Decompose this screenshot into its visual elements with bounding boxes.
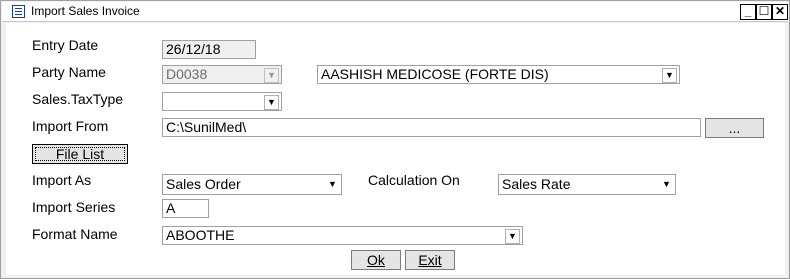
minimize-button[interactable]: _	[740, 4, 756, 20]
party-name-label: Party Name	[32, 64, 106, 80]
ok-button-label: Ok	[367, 252, 385, 268]
entry-date-label: Entry Date	[32, 37, 99, 53]
party-name-dropdown[interactable]: AASHISH MEDICOSE (FORTE DIS) ▼	[317, 65, 680, 84]
import-as-dropdown[interactable]: Sales Order ▼	[162, 174, 342, 195]
browse-button[interactable]: ...	[705, 118, 764, 138]
chevron-down-icon[interactable]: ▼	[326, 178, 339, 191]
import-from-label: Import From	[32, 118, 109, 134]
format-name-dropdown[interactable]: ABOOTHE ▼	[162, 226, 523, 245]
import-series-label: Import Series	[32, 199, 116, 215]
entry-date-field[interactable]: 26/12/18	[162, 40, 256, 59]
calculation-on-label: Calculation On	[368, 172, 460, 188]
exit-button-label: Exit	[418, 252, 442, 268]
format-name-value: ABOOTHE	[166, 227, 235, 243]
sales-tax-type-dropdown[interactable]: ▼	[162, 92, 282, 111]
close-button[interactable]: ✕	[772, 4, 788, 20]
window-title: Import Sales Invoice	[31, 4, 140, 18]
import-series-input[interactable]: A	[162, 199, 209, 218]
party-code-value: D0038	[166, 66, 208, 82]
window-menu-icon[interactable]	[12, 5, 25, 18]
chevron-down-icon[interactable]: ▼	[505, 229, 520, 244]
import-as-value: Sales Order	[166, 176, 241, 192]
import-as-label: Import As	[32, 172, 92, 188]
calculation-on-dropdown[interactable]: Sales Rate ▼	[498, 174, 676, 195]
sales-tax-type-label: Sales.TaxType	[32, 91, 124, 107]
chevron-down-icon[interactable]: ▼	[264, 68, 279, 83]
import-from-path-input[interactable]: C:\SunilMed\	[162, 118, 701, 137]
maximize-button[interactable]: ☐	[756, 4, 772, 20]
party-name-value: AASHISH MEDICOSE (FORTE DIS)	[321, 66, 549, 82]
party-code-dropdown[interactable]: D0038 ▼	[162, 65, 282, 84]
file-list-button[interactable]: File List	[32, 144, 128, 164]
chevron-down-icon[interactable]: ▼	[660, 178, 673, 191]
chevron-down-icon[interactable]: ▼	[662, 68, 677, 83]
exit-button[interactable]: Exit	[405, 250, 455, 270]
format-name-label: Format Name	[32, 226, 118, 242]
form-area: Entry Date 26/12/18 Party Name D0038 ▼ A…	[6, 23, 785, 275]
title-bar: Import Sales Invoice _ ☐ ✕	[2, 2, 788, 22]
chevron-down-icon[interactable]: ▼	[264, 95, 279, 110]
import-sales-invoice-window: Import Sales Invoice _ ☐ ✕ Entry Date 26…	[0, 0, 790, 279]
ok-button[interactable]: Ok	[351, 250, 401, 270]
calculation-on-value: Sales Rate	[502, 176, 571, 192]
